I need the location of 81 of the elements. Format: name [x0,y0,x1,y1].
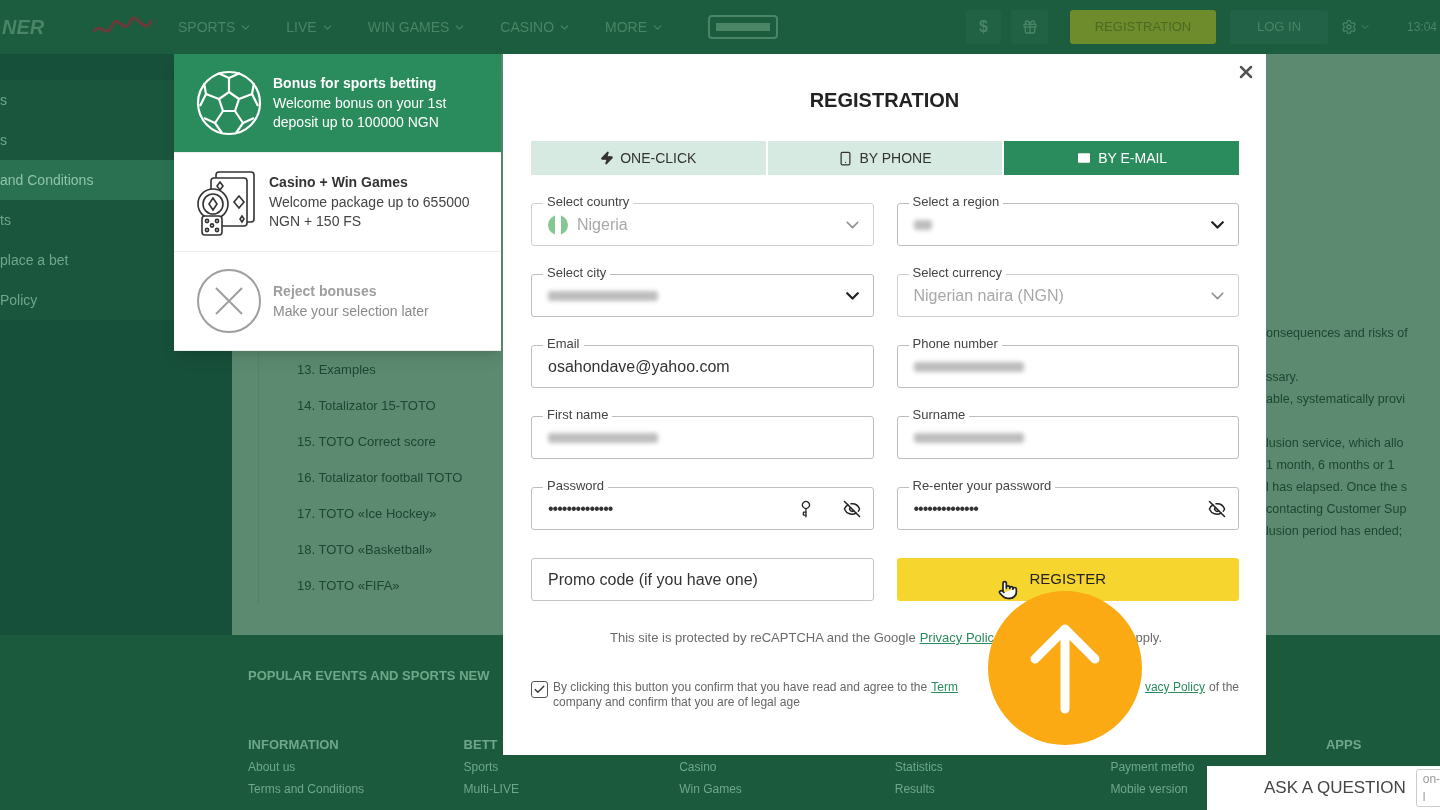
terms-text-line: ssary. [1266,368,1300,386]
chevron-down-icon [1211,291,1224,300]
bonus-title: Bonus for sports betting [273,74,438,92]
field-label: Select city [543,265,611,281]
footer-link[interactable]: Multi-LIVE [463,781,519,797]
field-value: •••••••••••••• [548,498,613,519]
sidebar-item[interactable]: and Conditions [0,160,174,200]
blurred-value [913,219,932,230]
field-label: Select currency [908,265,1007,281]
field-value: •••••••••••••• [913,498,978,519]
bonus-description: Make your selection later [273,301,430,321]
phone-icon [838,150,854,166]
register-button[interactable]: REGISTER [896,558,1239,601]
flag-icon [548,214,568,235]
bonus-option[interactable]: Bonus for sports betting Welcome bonus on your 1st deposit up to 100000 NGN [174,54,501,153]
footer-link[interactable]: Results [894,781,935,797]
terms-text-line: contacting Customer Sup [1266,500,1408,518]
eye-slash-icon[interactable] [1208,499,1226,518]
chevron-down-icon [845,291,859,300]
hand-cursor-icon [998,580,1018,600]
footer-link[interactable]: Sports [463,759,499,775]
sidebar-item[interactable]: Policy [0,280,174,320]
gift-icon [1021,19,1038,35]
footer-link[interactable]: Mobile version [1110,781,1188,797]
field-label: Re-enter your password [908,478,1056,494]
dialog-title: REGISTRATION [809,88,960,112]
terms-text-line: l has elapsed. Once the s [1266,478,1409,496]
eye-slash-icon[interactable] [842,499,861,518]
sidebar-item[interactable]: ts [0,200,174,240]
sidebar-item[interactable]: s [0,80,174,120]
field-value: Nigerian naira (NGN) [913,285,1064,306]
footer-link[interactable]: Payment metho [1110,759,1195,775]
promo-code-field[interactable]: Promo code (if you have one) [531,558,874,601]
checkmark-icon [533,683,546,696]
registration-tab[interactable]: BY E-MAIL [1004,141,1239,175]
footer-heading: APPS [1325,736,1362,751]
terms-text-line: able, systematically provi [1266,390,1406,408]
registration-tab[interactable]: ONE-CLICK [531,141,766,175]
footer-section-title: POPULAR EVENTS AND SPORTS NEW [248,668,490,683]
currency-button[interactable]: $ [966,10,1001,44]
registration-tab[interactable]: BY PHONE [767,141,1003,175]
consent-text: company and confirm that you are of legal age [553,695,801,710]
casino-chips-cards-dice-icon [196,168,258,236]
footer-link[interactable]: Terms and Conditions [248,781,365,797]
close-circle-icon [196,268,262,334]
bonus-option[interactable]: Casino + Win Games Welcome package up to 655000 NGN + 150 FS [174,153,501,252]
terms-link[interactable]: Term [931,680,958,695]
footer-link[interactable]: Statistics [894,759,943,775]
chevron-down-icon [1211,220,1224,229]
sidebar-item[interactable]: s [0,120,174,160]
footer-link[interactable]: Casino [679,759,717,775]
lightning-icon [600,151,615,165]
footer-link[interactable]: About us [248,759,296,775]
footer-link[interactable]: Win Games [679,781,742,797]
terms-text-line: onsequences and risks of [1266,324,1409,342]
consent-checkbox[interactable] [531,681,548,698]
recaptcha-text: This site is protected by reCAPTCHA and the Google [610,630,916,646]
privacy-policy-link[interactable]: vacy Policy [1144,680,1205,695]
bonus-description: Welcome bonus on your 1st deposit up to 100000 NGN [273,94,448,132]
footer-heading: BETT [463,736,498,751]
status-badge: on-l [1415,769,1440,807]
terms-text-line: 1 month, 6 months or 1 [1266,456,1396,474]
consent-text: of the [1208,680,1239,695]
chat-widget[interactable]: ASK A QUESTION on-l [1207,766,1440,810]
terms-text-line: lusion service, which allo [1266,434,1405,452]
consent-text: By clicking this button you confirm that you have read and agree to the [553,680,928,695]
bonus-description: Welcome package up to 655000 NGN + 150 FS [269,193,471,231]
sidebar-item[interactable]: place a bet [0,240,174,280]
terms-text-line: lusion period has ended; [1266,522,1404,540]
bonus-title: Casino + Win Games [269,173,409,191]
field-value: osahondave@yahoo.com [548,356,730,377]
soccer-ball-icon [196,70,262,136]
bonus-title: Reject bonuses [273,281,378,300]
bonus-option[interactable]: Reject bonuses Make your selection later [174,252,501,351]
field-label: Select country [543,194,634,210]
chevron-down-icon [845,220,859,229]
privacy-policy-link[interactable]: Privacy Polic [919,630,995,646]
field-label: Select a region [908,194,1004,210]
chat-widget-label: ASK A QUESTION [1264,777,1406,800]
footer-heading: INFORMATION [248,736,339,751]
field-value: Nigeria [577,214,628,235]
